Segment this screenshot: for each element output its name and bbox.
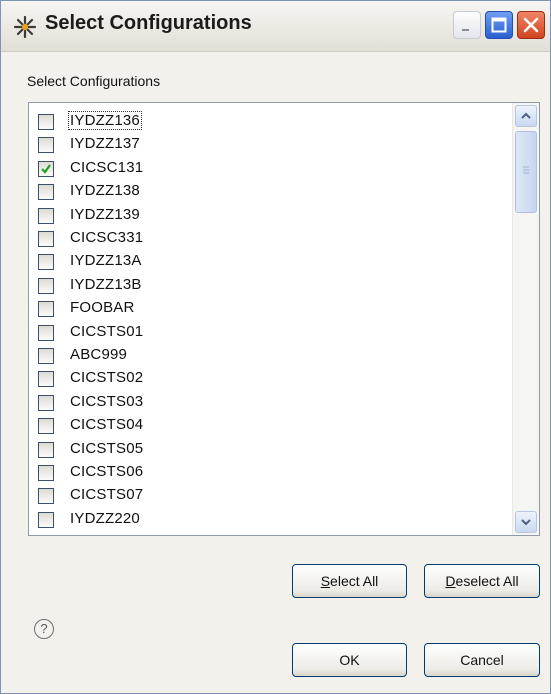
- checkbox[interactable]: [38, 324, 54, 341]
- configuration-label: IYDZZ136: [68, 111, 142, 130]
- configuration-label: IYDZZ13B: [70, 275, 142, 293]
- configuration-label: IYDZZ220: [70, 509, 140, 527]
- configuration-row[interactable]: IYDZZ137: [29, 132, 511, 155]
- configuration-label: CICSTS03: [70, 392, 144, 410]
- configuration-label: CICSTS01: [70, 322, 144, 340]
- configuration-label: CICSTS05: [70, 439, 144, 457]
- select-all-label: elect All: [330, 573, 379, 589]
- checkbox[interactable]: [38, 465, 54, 481]
- configuration-label: IYDZZ137: [70, 135, 140, 153]
- grip-icon: [523, 166, 529, 174]
- configuration-row[interactable]: IYDZZ13A: [29, 249, 511, 272]
- checkmark-icon: [41, 164, 51, 174]
- configuration-row[interactable]: CICSTS07: [29, 483, 511, 506]
- minimize-icon: [462, 29, 469, 31]
- close-icon: [523, 17, 539, 33]
- deselect-all-button[interactable]: Deselect All: [424, 564, 540, 598]
- configuration-label: IYDZZ13A: [70, 252, 142, 270]
- chevron-down-icon: [521, 519, 531, 526]
- configuration-label: CICSC131: [70, 158, 144, 176]
- checkbox[interactable]: [38, 254, 54, 271]
- help-icon[interactable]: ?: [34, 619, 54, 639]
- title-bar[interactable]: Select Configurations: [1, 1, 550, 52]
- select-configurations-dialog: Select Configurations Select Configurati…: [0, 0, 551, 694]
- configuration-row[interactable]: FOOBAR: [29, 296, 511, 319]
- deselect-all-mnemonic: D: [445, 573, 456, 589]
- configuration-label: CICSTS04: [70, 416, 144, 434]
- checkbox[interactable]: [38, 418, 54, 435]
- configuration-row[interactable]: CICSTS02: [29, 366, 511, 389]
- configuration-label: IYDZZ139: [70, 205, 140, 223]
- configuration-label: IYDZZ138: [70, 182, 140, 200]
- configuration-label: ABC999: [70, 346, 128, 363]
- scroll-up-button[interactable]: [515, 105, 537, 127]
- configuration-row[interactable]: CICSC131: [29, 156, 511, 179]
- checkbox[interactable]: [38, 114, 54, 130]
- checkbox[interactable]: [38, 511, 54, 528]
- scroll-down-button[interactable]: [515, 511, 537, 533]
- deselect-all-label: eselect All: [455, 573, 519, 589]
- checkbox-checked[interactable]: [38, 160, 54, 177]
- configuration-row[interactable]: CICSTS01: [29, 320, 511, 343]
- configuration-row[interactable]: CICSTS04: [29, 413, 511, 436]
- checkbox[interactable]: [38, 348, 54, 364]
- chevron-up-icon: [521, 112, 531, 119]
- configuration-label: CICSTS06: [70, 463, 144, 480]
- window-title: Select Configurations: [45, 12, 252, 34]
- checkbox[interactable]: [38, 441, 54, 458]
- configuration-row[interactable]: IYDZZ220: [29, 507, 511, 530]
- select-all-mnemonic: S: [320, 573, 331, 589]
- select-all-button[interactable]: Select All: [292, 564, 407, 598]
- checkbox[interactable]: [38, 277, 54, 294]
- checkbox[interactable]: [38, 488, 54, 505]
- checkbox[interactable]: [38, 184, 54, 201]
- configuration-row[interactable]: IYDZZ136: [29, 109, 511, 132]
- checkbox[interactable]: [38, 207, 54, 224]
- configuration-row[interactable]: IYDZZ13B: [29, 273, 511, 296]
- group-label: Select Configurations: [27, 73, 161, 89]
- maximize-icon: [491, 17, 507, 33]
- configuration-label: CICSTS02: [70, 369, 144, 387]
- configuration-label: FOOBAR: [70, 299, 135, 317]
- checkbox[interactable]: [38, 137, 54, 154]
- configuration-row[interactable]: CICSTS06: [29, 460, 511, 483]
- checkbox[interactable]: [38, 371, 54, 388]
- configuration-row[interactable]: CICSC331: [29, 226, 511, 249]
- configuration-row[interactable]: CICSTS05: [29, 437, 511, 460]
- configuration-label: CICSTS07: [70, 486, 144, 504]
- maximize-button[interactable]: [485, 11, 513, 39]
- scroll-thumb[interactable]: [515, 131, 537, 213]
- vertical-scrollbar[interactable]: [512, 103, 539, 535]
- cancel-button[interactable]: Cancel: [424, 643, 540, 677]
- minimize-button[interactable]: [453, 11, 481, 39]
- configuration-row[interactable]: ABC999: [29, 343, 511, 366]
- configuration-label: CICSC331: [70, 229, 144, 246]
- configurations-list[interactable]: IYDZZ136 IYDZZ137 CICSC131 IYDZZ138 IYDZZ139…: [28, 102, 540, 536]
- configuration-row[interactable]: CICSTS03: [29, 390, 511, 413]
- checkbox[interactable]: [38, 394, 54, 411]
- eclipse-star-icon: [13, 15, 37, 39]
- configuration-row[interactable]: IYDZZ138: [29, 179, 511, 202]
- configuration-row[interactable]: IYDZZ139: [29, 203, 511, 226]
- close-button[interactable]: [517, 11, 545, 39]
- ok-button[interactable]: OK: [292, 643, 407, 677]
- checkbox[interactable]: [38, 231, 54, 247]
- checkbox[interactable]: [38, 301, 54, 318]
